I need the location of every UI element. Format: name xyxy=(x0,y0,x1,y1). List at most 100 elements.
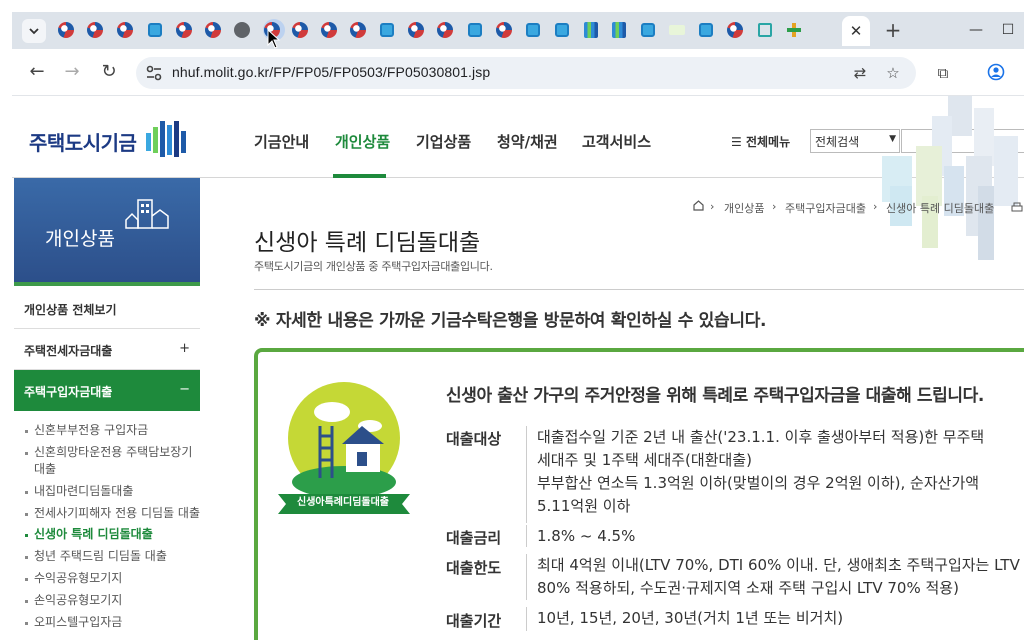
new-tab-button[interactable]: + xyxy=(882,19,904,41)
active-tab[interactable]: ✕ xyxy=(842,16,870,46)
browser-tab[interactable] xyxy=(725,20,745,40)
sidebar-item-view-all[interactable]: 개인상품 전체보기 xyxy=(14,288,200,329)
browser-tab[interactable] xyxy=(755,20,775,40)
browser-tab[interactable] xyxy=(494,20,514,40)
bars-icon xyxy=(584,22,598,38)
sidebar-subitem[interactable]: 오피스텔구입자금 xyxy=(25,614,204,631)
sidebar-subitem[interactable]: 신혼부부전용 구입자금 xyxy=(25,422,204,439)
all-menu-button[interactable]: ☰ 전체메뉴 xyxy=(731,133,790,150)
minimize-icon[interactable]: — xyxy=(966,20,986,40)
sidebar-subitem[interactable]: 신혼희망타운전용 주택담보장기대출 xyxy=(25,444,202,478)
gov-icon xyxy=(117,22,133,38)
gnb-item-personal[interactable]: 개인상품 xyxy=(335,131,390,152)
divider xyxy=(526,554,527,600)
term-eligibility: 대출대상 xyxy=(446,430,502,448)
browser-tab[interactable] xyxy=(552,20,572,40)
sidebar-subitem[interactable]: 수익공유형모기지 xyxy=(25,570,204,587)
gov-icon xyxy=(58,22,74,38)
sidebar-subitem[interactable]: 청년 주택드림 디딤돌 대출 xyxy=(25,548,204,565)
browser-tab[interactable] xyxy=(609,20,629,40)
breadcrumb-current: 신생아 특례 디딤돌대출 xyxy=(886,202,995,215)
browser-tab[interactable] xyxy=(784,20,804,40)
browser-tab[interactable] xyxy=(638,20,658,40)
nhuf-icon xyxy=(380,23,394,37)
browser-tab[interactable] xyxy=(523,20,543,40)
gov-icon xyxy=(350,22,366,38)
browser-tab[interactable] xyxy=(145,20,165,40)
back-icon[interactable]: ← xyxy=(25,60,49,84)
page-title: 신생아 특례 디딤돌대출 xyxy=(254,230,481,256)
browser-tab[interactable] xyxy=(406,20,426,40)
browser-tab[interactable] xyxy=(667,20,687,40)
gov-icon xyxy=(727,22,743,38)
globe-icon xyxy=(234,22,250,38)
browser-tab[interactable] xyxy=(348,20,368,40)
sidebar-subitem[interactable]: 내집마련디딤돌대출 xyxy=(25,483,204,500)
gnb-item-corporate[interactable]: 기업상품 xyxy=(416,131,471,152)
web-page: 주택도시기금 기금안내 개인상품 기업상품 청약/채권 고객서비스 ☰ 전체메뉴… xyxy=(12,96,1024,640)
gnb-active-indicator xyxy=(333,174,386,178)
tab-search-button[interactable] xyxy=(22,19,46,43)
gov-icon xyxy=(87,22,103,38)
browser-tab[interactable] xyxy=(85,20,105,40)
browser-tab[interactable] xyxy=(696,20,716,40)
browser-tab[interactable] xyxy=(290,20,310,40)
close-tab-icon[interactable]: ✕ xyxy=(850,22,863,40)
sidebar-subitem-active[interactable]: 신생아 특례 디딤돌대출 xyxy=(25,526,204,543)
maximize-icon[interactable]: ☐ xyxy=(998,20,1018,40)
divider xyxy=(526,525,527,547)
page-description: 주택도시기금의 개인상품 중 주택구입자금대출입니다. xyxy=(254,260,493,273)
term-loan-period: 대출기간 xyxy=(446,612,502,630)
sidebar-item-purchase-loan[interactable]: 주택구입자금대출 − xyxy=(14,370,200,411)
house-icon xyxy=(758,23,772,37)
gnb-item-fund-info[interactable]: 기금안내 xyxy=(254,131,309,152)
expand-icon: + xyxy=(179,341,190,356)
translate-icon[interactable]: ⇄ xyxy=(850,63,870,83)
url-text[interactable]: nhuf.molit.go.kr/FP/FP05/FP0503/FP050308… xyxy=(172,64,490,80)
mouse-cursor-icon xyxy=(267,29,281,49)
reload-icon[interactable]: ↻ xyxy=(97,60,121,84)
browser-tab[interactable] xyxy=(319,20,339,40)
divider xyxy=(526,426,527,523)
breadcrumb-item[interactable]: 개인상품 xyxy=(724,200,764,216)
nhuf-icon xyxy=(468,23,482,37)
browser-tab[interactable] xyxy=(115,20,135,40)
sidebar-subitem[interactable]: 전세사기피해자 전용 디딤돌 대출 xyxy=(25,505,204,522)
profile-icon[interactable] xyxy=(986,63,1006,83)
site-logo[interactable]: 주택도시기금 xyxy=(29,127,137,156)
home-icon[interactable] xyxy=(693,200,704,214)
card-headline: 신생아 출산 가구의 주거안정을 위해 특례로 주택구입자금을 대출해 드립니다… xyxy=(446,386,984,406)
browser-tab[interactable] xyxy=(465,20,485,40)
divider xyxy=(254,289,1024,290)
value-interest-rate: 1.8% ~ 4.5% xyxy=(537,527,636,545)
browser-tab[interactable] xyxy=(232,20,252,40)
emblem-caption: 신생아특례디딤돌대출 xyxy=(297,497,389,508)
breadcrumb-item[interactable]: 주택구입자금대출 xyxy=(785,200,866,216)
building-icon xyxy=(125,199,169,229)
browser-tab[interactable] xyxy=(435,20,455,40)
browser-tab[interactable] xyxy=(174,20,194,40)
gov-icon xyxy=(496,22,512,38)
gov-icon xyxy=(292,22,308,38)
site-info-icon[interactable] xyxy=(145,64,163,82)
extensions-icon[interactable]: ⧉ xyxy=(933,63,953,83)
print-icon[interactable] xyxy=(1011,202,1023,216)
browser-tab[interactable] xyxy=(203,20,223,40)
notice-text: ※ 자세한 내용은 가까운 기금수탁은행을 방문하여 확인하실 수 있습니다. xyxy=(254,311,767,331)
gov-icon xyxy=(408,22,424,38)
nhuf-icon xyxy=(526,23,540,37)
browser-tab[interactable] xyxy=(56,20,76,40)
value-loan-period: 10년, 15년, 20년, 30년(거치 1년 또는 비거치) xyxy=(537,609,844,627)
sidebar-subitem[interactable]: 손익공유형모기지 xyxy=(25,592,204,609)
forward-icon[interactable]: → xyxy=(60,60,84,84)
sidebar-item-jeonse-loan[interactable]: 주택전세자금대출 + xyxy=(14,329,200,370)
gnb-item-customer[interactable]: 고객서비스 xyxy=(582,131,651,152)
gnb-item-subscription[interactable]: 청약/채권 xyxy=(497,131,558,152)
bars-icon xyxy=(612,22,626,38)
nhuf-icon xyxy=(148,23,162,37)
browser-tab[interactable] xyxy=(581,20,601,40)
bookmark-star-icon[interactable]: ☆ xyxy=(883,63,903,83)
collapse-icon: − xyxy=(179,382,190,397)
browser-tab[interactable] xyxy=(377,20,397,40)
logo-mark-icon xyxy=(146,121,186,157)
